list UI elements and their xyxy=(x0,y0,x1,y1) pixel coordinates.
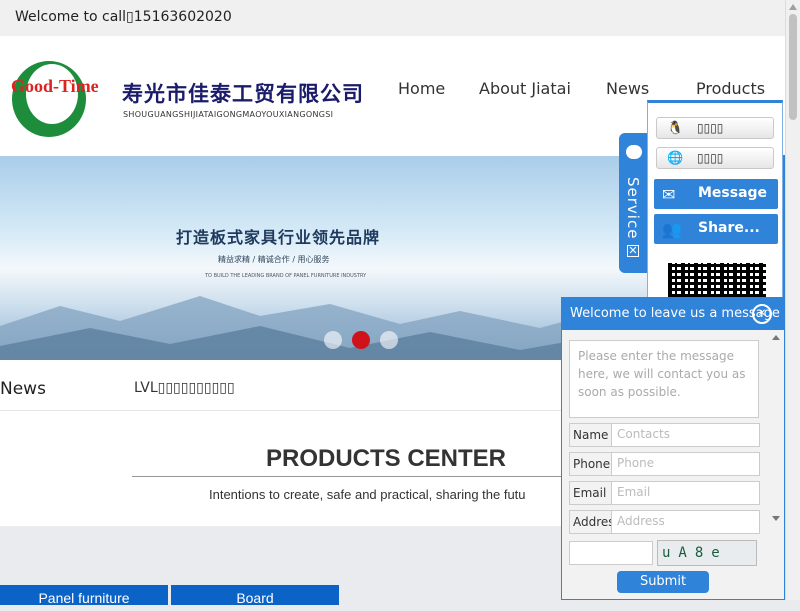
nav-about[interactable]: About Jiatai xyxy=(479,79,571,98)
category-board[interactable]: Board xyxy=(171,585,339,606)
news-label: News xyxy=(0,379,46,399)
message-scrollbar[interactable] xyxy=(769,332,783,532)
email-field[interactable]: Email Email xyxy=(569,481,760,505)
logo-icon[interactable] xyxy=(10,58,88,138)
name-field[interactable]: Name Contacts xyxy=(569,423,760,447)
qq-contact-button-2[interactable]: 🌐 ▯▯▯▯ xyxy=(656,147,774,169)
captcha-input[interactable] xyxy=(569,541,653,565)
welcome-text: Welcome to call▯15163602020 xyxy=(15,9,232,25)
slide-dot-2[interactable] xyxy=(352,331,370,349)
page-scrollbar[interactable] xyxy=(785,0,800,600)
banner-title: 打造板式家具行业领先品牌 xyxy=(176,228,381,247)
news-headline[interactable]: LVL▯▯▯▯▯▯▯▯▯▯ xyxy=(134,380,235,396)
qq-contact-label-2: ▯▯▯▯ xyxy=(697,151,724,165)
nav-news[interactable]: News xyxy=(606,79,649,98)
message-box-title: Welcome to leave us a message xyxy=(570,306,780,321)
msn-icon: 🌐 xyxy=(667,151,684,166)
scroll-up-icon[interactable] xyxy=(789,4,797,10)
slide-dot-3[interactable] xyxy=(380,331,398,349)
close-message-icon[interactable]: ✕ xyxy=(752,304,772,324)
address-input[interactable]: Address xyxy=(617,514,665,528)
email-input[interactable]: Email xyxy=(617,485,650,499)
scrollbar-thumb[interactable] xyxy=(789,14,797,120)
company-name-en: SHOUGUANGSHIJIATAIGONGMAOYOUXIANGONGSI xyxy=(123,110,334,119)
qq-contact-label-1: ▯▯▯▯ xyxy=(697,121,724,135)
message-box-header: Welcome to leave us a message ✕ xyxy=(562,298,784,330)
message-button-label: Message xyxy=(698,185,768,201)
banner-subtitle: 精益求精 / 精诚合作 / 用心服务 xyxy=(218,255,330,264)
service-tab[interactable]: Service ✕ xyxy=(619,133,647,273)
address-field[interactable]: Addres Address xyxy=(569,510,760,534)
message-button[interactable]: ✉ Message xyxy=(654,179,778,209)
products-subtitle: Intentions to create, safe and practical… xyxy=(209,487,526,502)
phone-label: Phone xyxy=(570,453,612,475)
service-tab-label: Service xyxy=(624,177,642,240)
share-button-label: Share... xyxy=(698,220,760,236)
slide-dot-1[interactable] xyxy=(324,331,342,349)
nav-products[interactable]: Products xyxy=(696,79,765,98)
envelope-icon: ✉ xyxy=(662,185,676,204)
email-label: Email xyxy=(570,482,612,504)
qq-penguin-icon: 🐧 xyxy=(667,121,684,136)
chat-icon xyxy=(626,145,642,159)
banner-subtitle-en: TO BUILD THE LEADING BRAND OF PANEL FURN… xyxy=(205,273,367,279)
products-title: PRODUCTS CENTER xyxy=(266,445,507,472)
address-label: Addres xyxy=(570,511,612,533)
users-icon: 👥 xyxy=(662,220,682,239)
message-box: Welcome to leave us a message ✕ Please e… xyxy=(561,297,785,600)
phone-field[interactable]: Phone Phone xyxy=(569,452,760,476)
name-label: Name xyxy=(570,424,612,446)
phone-input[interactable]: Phone xyxy=(617,456,654,470)
company-name-cn: 寿光市佳泰工贸有限公司 xyxy=(122,82,364,106)
top-bar: Welcome to call▯15163602020 xyxy=(0,0,785,36)
products-divider xyxy=(132,476,572,477)
logo-brand-text: Good-Time xyxy=(11,76,99,96)
submit-button[interactable]: Submit xyxy=(617,571,709,593)
message-textarea[interactable]: Please enter the message here, we will c… xyxy=(569,340,759,418)
qq-contact-button-1[interactable]: 🐧 ▯▯▯▯ xyxy=(656,117,774,139)
share-button[interactable]: 👥 Share... xyxy=(654,214,778,244)
close-icon[interactable]: ✕ xyxy=(627,245,639,257)
captcha-image[interactable]: uA8e xyxy=(657,540,757,566)
nav-home[interactable]: Home xyxy=(398,79,445,98)
name-input[interactable]: Contacts xyxy=(617,427,670,441)
category-panel-furniture[interactable]: Panel furniture xyxy=(0,585,168,606)
